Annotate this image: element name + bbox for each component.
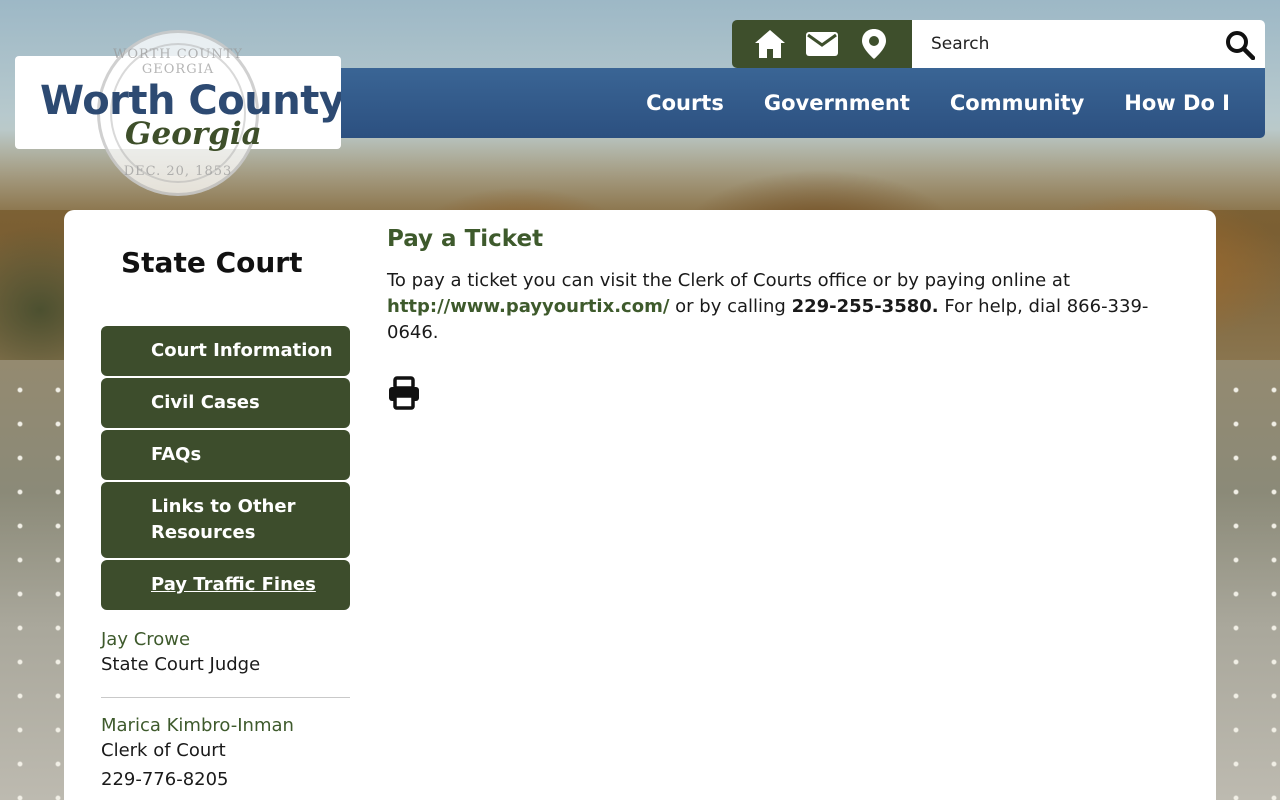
body-text: or by calling <box>669 296 792 317</box>
sidebar-item-court-information[interactable]: Court Information <box>101 326 350 376</box>
content-panel: State Court Court Information Civil Case… <box>64 210 1216 800</box>
search-input[interactable] <box>912 20 1212 68</box>
payyourtix-link[interactable]: http://www.payyourtix.com/ <box>387 296 669 317</box>
body-paragraph: To pay a ticket you can visit the Clerk … <box>387 268 1177 346</box>
nav-government[interactable]: Government <box>764 91 910 115</box>
nav-community[interactable]: Community <box>950 91 1084 115</box>
page-title: Pay a Ticket <box>387 226 544 252</box>
logo-subtitle[interactable]: Georgia <box>125 116 262 152</box>
sidebar-item-pay-traffic-fines[interactable]: Pay Traffic Fines <box>101 560 350 610</box>
print-icon[interactable] <box>387 376 421 410</box>
phone-number: 229-255-3580. <box>791 296 939 317</box>
contact-name[interactable]: Jay Crowe <box>101 627 350 652</box>
email-icon[interactable] <box>802 24 842 64</box>
nav-how-do-i[interactable]: How Do I <box>1124 91 1230 115</box>
contact-role: Clerk of Court <box>101 740 226 761</box>
search-icon[interactable] <box>1223 28 1257 62</box>
home-icon[interactable] <box>750 24 790 64</box>
seal-bottom-text: DEC. 20, 1853 <box>123 164 233 179</box>
body-text: To pay a ticket you can visit the Clerk … <box>387 270 1070 291</box>
contact-clerk: Marica Kimbro-Inman Clerk of Court 229-7… <box>101 713 350 792</box>
seal-top-text: WORTH COUNTY GEORGIA <box>113 47 243 77</box>
sidebar-title: State Court <box>121 246 303 279</box>
location-icon[interactable] <box>854 24 894 64</box>
contact-role: State Court Judge <box>101 654 261 675</box>
nav-courts[interactable]: Courts <box>646 91 724 115</box>
sidebar-nav: Court Information Civil Cases FAQs Links… <box>101 326 350 612</box>
search-box <box>912 20 1265 68</box>
contact-name[interactable]: Marica Kimbro-Inman <box>101 713 350 738</box>
contact-judge: Jay Crowe State Court Judge <box>101 627 350 677</box>
sidebar-item-links-to-other-resources[interactable]: Links to Other Resources <box>101 482 350 558</box>
sidebar-item-civil-cases[interactable]: Civil Cases <box>101 378 350 428</box>
contact-divider <box>101 697 350 698</box>
sidebar-item-faqs[interactable]: FAQs <box>101 430 350 480</box>
contact-phone[interactable]: 229-776-8205 <box>101 767 350 792</box>
main-content: Pay a Ticket To pay a ticket you can vis… <box>387 226 1177 346</box>
utility-bar <box>732 20 912 68</box>
main-nav: Courts Government Community How Do I <box>341 68 1265 138</box>
